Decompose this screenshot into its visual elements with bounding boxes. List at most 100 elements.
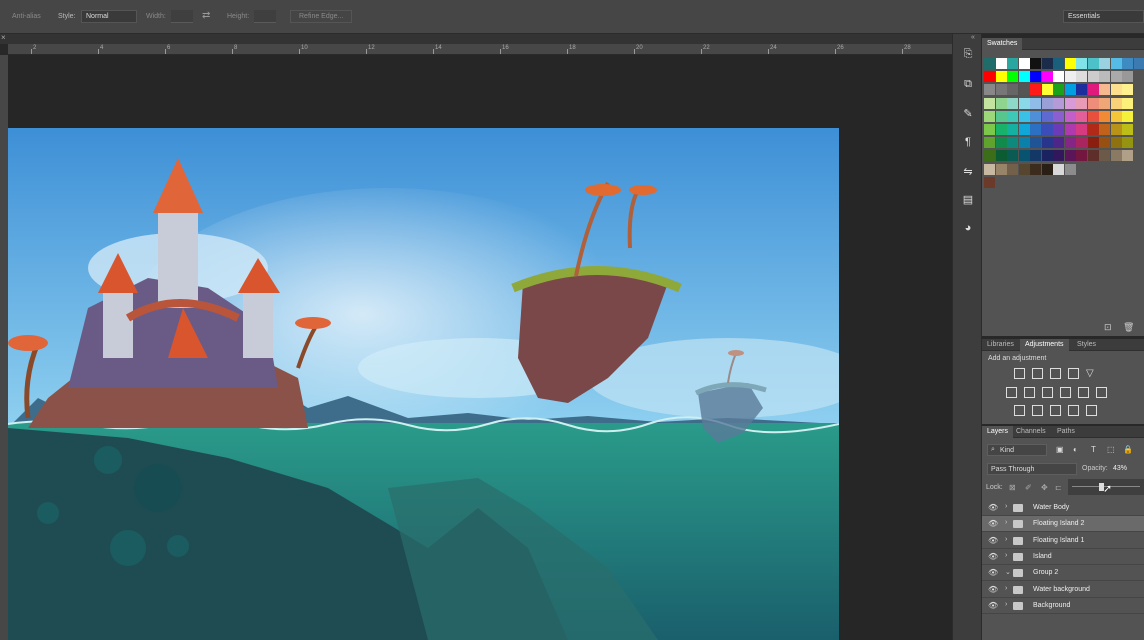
color-swatch[interactable] (1099, 58, 1110, 69)
color-swatch[interactable] (1007, 71, 1018, 83)
color-swatch[interactable] (1064, 58, 1076, 69)
lock-transparent-icon[interactable]: ⊠ (1009, 483, 1016, 492)
chevron-right-icon[interactable]: › (1005, 552, 1007, 559)
color-swatch[interactable] (1018, 124, 1030, 135)
color-swatch[interactable] (1076, 124, 1087, 135)
color-swatch[interactable] (1064, 163, 1076, 175)
color-swatch[interactable] (1122, 110, 1133, 122)
color-swatch[interactable] (1030, 163, 1041, 175)
color-swatch[interactable] (1099, 137, 1110, 149)
pixel-filter-icon[interactable]: ▣ (1056, 445, 1064, 454)
color-swatch[interactable] (995, 71, 1007, 83)
color-swatch[interactable] (1064, 137, 1076, 149)
layer-row[interactable]: 👁 › Floating Island 1 (982, 532, 1144, 549)
color-swatch[interactable] (984, 124, 995, 135)
color-swatch[interactable] (984, 137, 995, 149)
color-swatch[interactable] (1018, 71, 1030, 83)
color-swatch[interactable] (1053, 71, 1064, 83)
posterize-icon[interactable] (1032, 405, 1043, 416)
lock-artboard-icon[interactable]: ⊏ (1055, 483, 1062, 492)
visibility-eye-icon[interactable]: 👁 (988, 536, 998, 544)
levels-icon[interactable] (1032, 368, 1043, 379)
shape-filter-icon[interactable]: ⬚ (1107, 445, 1115, 454)
height-field[interactable] (254, 10, 276, 23)
color-swatch[interactable] (984, 163, 995, 175)
color-swatch[interactable] (1087, 71, 1099, 83)
tab-libraries[interactable]: Libraries (982, 339, 1019, 351)
workspace-select[interactable]: Essentials (1063, 10, 1144, 23)
curves-icon[interactable] (1050, 368, 1061, 379)
color-swatch[interactable] (1053, 97, 1064, 109)
color-swatch[interactable] (1041, 110, 1053, 122)
color-swatch[interactable] (1053, 84, 1064, 96)
color-swatch[interactable] (995, 137, 1007, 149)
color-swatch[interactable] (1076, 110, 1087, 122)
chevron-right-icon[interactable]: › (1005, 585, 1007, 592)
color-swatch[interactable] (1110, 58, 1122, 69)
color-swatch[interactable] (1122, 124, 1133, 135)
color-swatch[interactable] (984, 84, 995, 96)
width-field[interactable] (171, 10, 193, 23)
color-swatch[interactable] (1041, 58, 1053, 69)
color-swatch[interactable] (1007, 84, 1018, 96)
artwork-canvas[interactable] (8, 128, 839, 640)
chevron-right-icon[interactable]: › (1005, 536, 1007, 543)
color-swatch[interactable] (1041, 124, 1053, 135)
color-swatch[interactable] (1133, 58, 1144, 69)
color-swatch[interactable] (1053, 137, 1064, 149)
color-swatch[interactable] (1018, 84, 1030, 96)
visibility-eye-icon[interactable]: 👁 (988, 504, 998, 512)
color-swatch[interactable] (1076, 71, 1087, 83)
tab-styles[interactable]: Styles (1072, 339, 1101, 351)
filter-kind-select[interactable]: ⌕ Kind (987, 444, 1047, 456)
chevron-right-icon[interactable]: › (1005, 519, 1007, 526)
layer-row[interactable]: 👁 › Water Body (982, 500, 1144, 516)
type-filter-icon[interactable]: T (1091, 445, 1096, 454)
color-swatch[interactable] (1053, 110, 1064, 122)
close-icon[interactable]: × (1, 33, 6, 42)
color-swatch[interactable] (1064, 110, 1076, 122)
color-swatch[interactable] (1110, 124, 1122, 135)
color-swatch[interactable] (1099, 84, 1110, 96)
refine-edge-button[interactable]: Refine Edge... (290, 10, 353, 23)
color-swatch[interactable] (1041, 150, 1053, 162)
paragraph-icon[interactable]: ¶ (960, 134, 976, 150)
color-swatch[interactable] (1122, 71, 1133, 83)
color-swatch[interactable] (1076, 137, 1087, 149)
layer-comps-icon[interactable]: ▤ (960, 192, 976, 208)
color-swatch[interactable] (1064, 150, 1076, 162)
color-swatch[interactable] (1099, 71, 1110, 83)
color-swatch[interactable] (1007, 150, 1018, 162)
channel-mixer-icon[interactable] (1078, 387, 1089, 398)
color-swatch[interactable] (1122, 58, 1133, 69)
vibrance-icon[interactable]: ▽ (1086, 368, 1097, 379)
style-select[interactable]: Normal (81, 10, 137, 23)
color-swatch[interactable] (1087, 58, 1099, 69)
color-swatch[interactable] (1018, 97, 1030, 109)
color-swatch[interactable] (1076, 84, 1087, 96)
color-swatch[interactable] (1122, 97, 1133, 109)
tab-paths[interactable]: Paths (1052, 426, 1080, 438)
color-swatch[interactable] (1041, 137, 1053, 149)
new-swatch-icon[interactable]: ⊡ (1104, 322, 1112, 333)
brush-presets-icon[interactable]: ✎ (960, 106, 976, 122)
color-swatch[interactable] (1110, 84, 1122, 96)
history-icon[interactable]: ⎘ (960, 46, 976, 62)
opacity-value[interactable]: 43% (1113, 465, 1127, 472)
color-swatch[interactable] (995, 58, 1007, 69)
color-swatch[interactable] (1099, 97, 1110, 109)
color-swatch[interactable] (995, 124, 1007, 135)
color-swatch[interactable] (1064, 71, 1076, 83)
color-swatch[interactable] (1087, 124, 1099, 135)
color-swatch[interactable] (1030, 97, 1041, 109)
lock-pixels-icon[interactable]: ✐ (1025, 483, 1032, 492)
photo-filter-icon[interactable] (1060, 387, 1071, 398)
color-palette-icon[interactable]: ◕ (960, 220, 976, 236)
color-swatch[interactable] (1030, 150, 1041, 162)
color-swatch[interactable] (984, 110, 995, 122)
color-swatch[interactable] (1087, 137, 1099, 149)
visibility-eye-icon[interactable]: 👁 (988, 601, 998, 609)
color-swatch[interactable] (1030, 110, 1041, 122)
color-swatch[interactable] (995, 97, 1007, 109)
color-swatch[interactable] (1007, 137, 1018, 149)
